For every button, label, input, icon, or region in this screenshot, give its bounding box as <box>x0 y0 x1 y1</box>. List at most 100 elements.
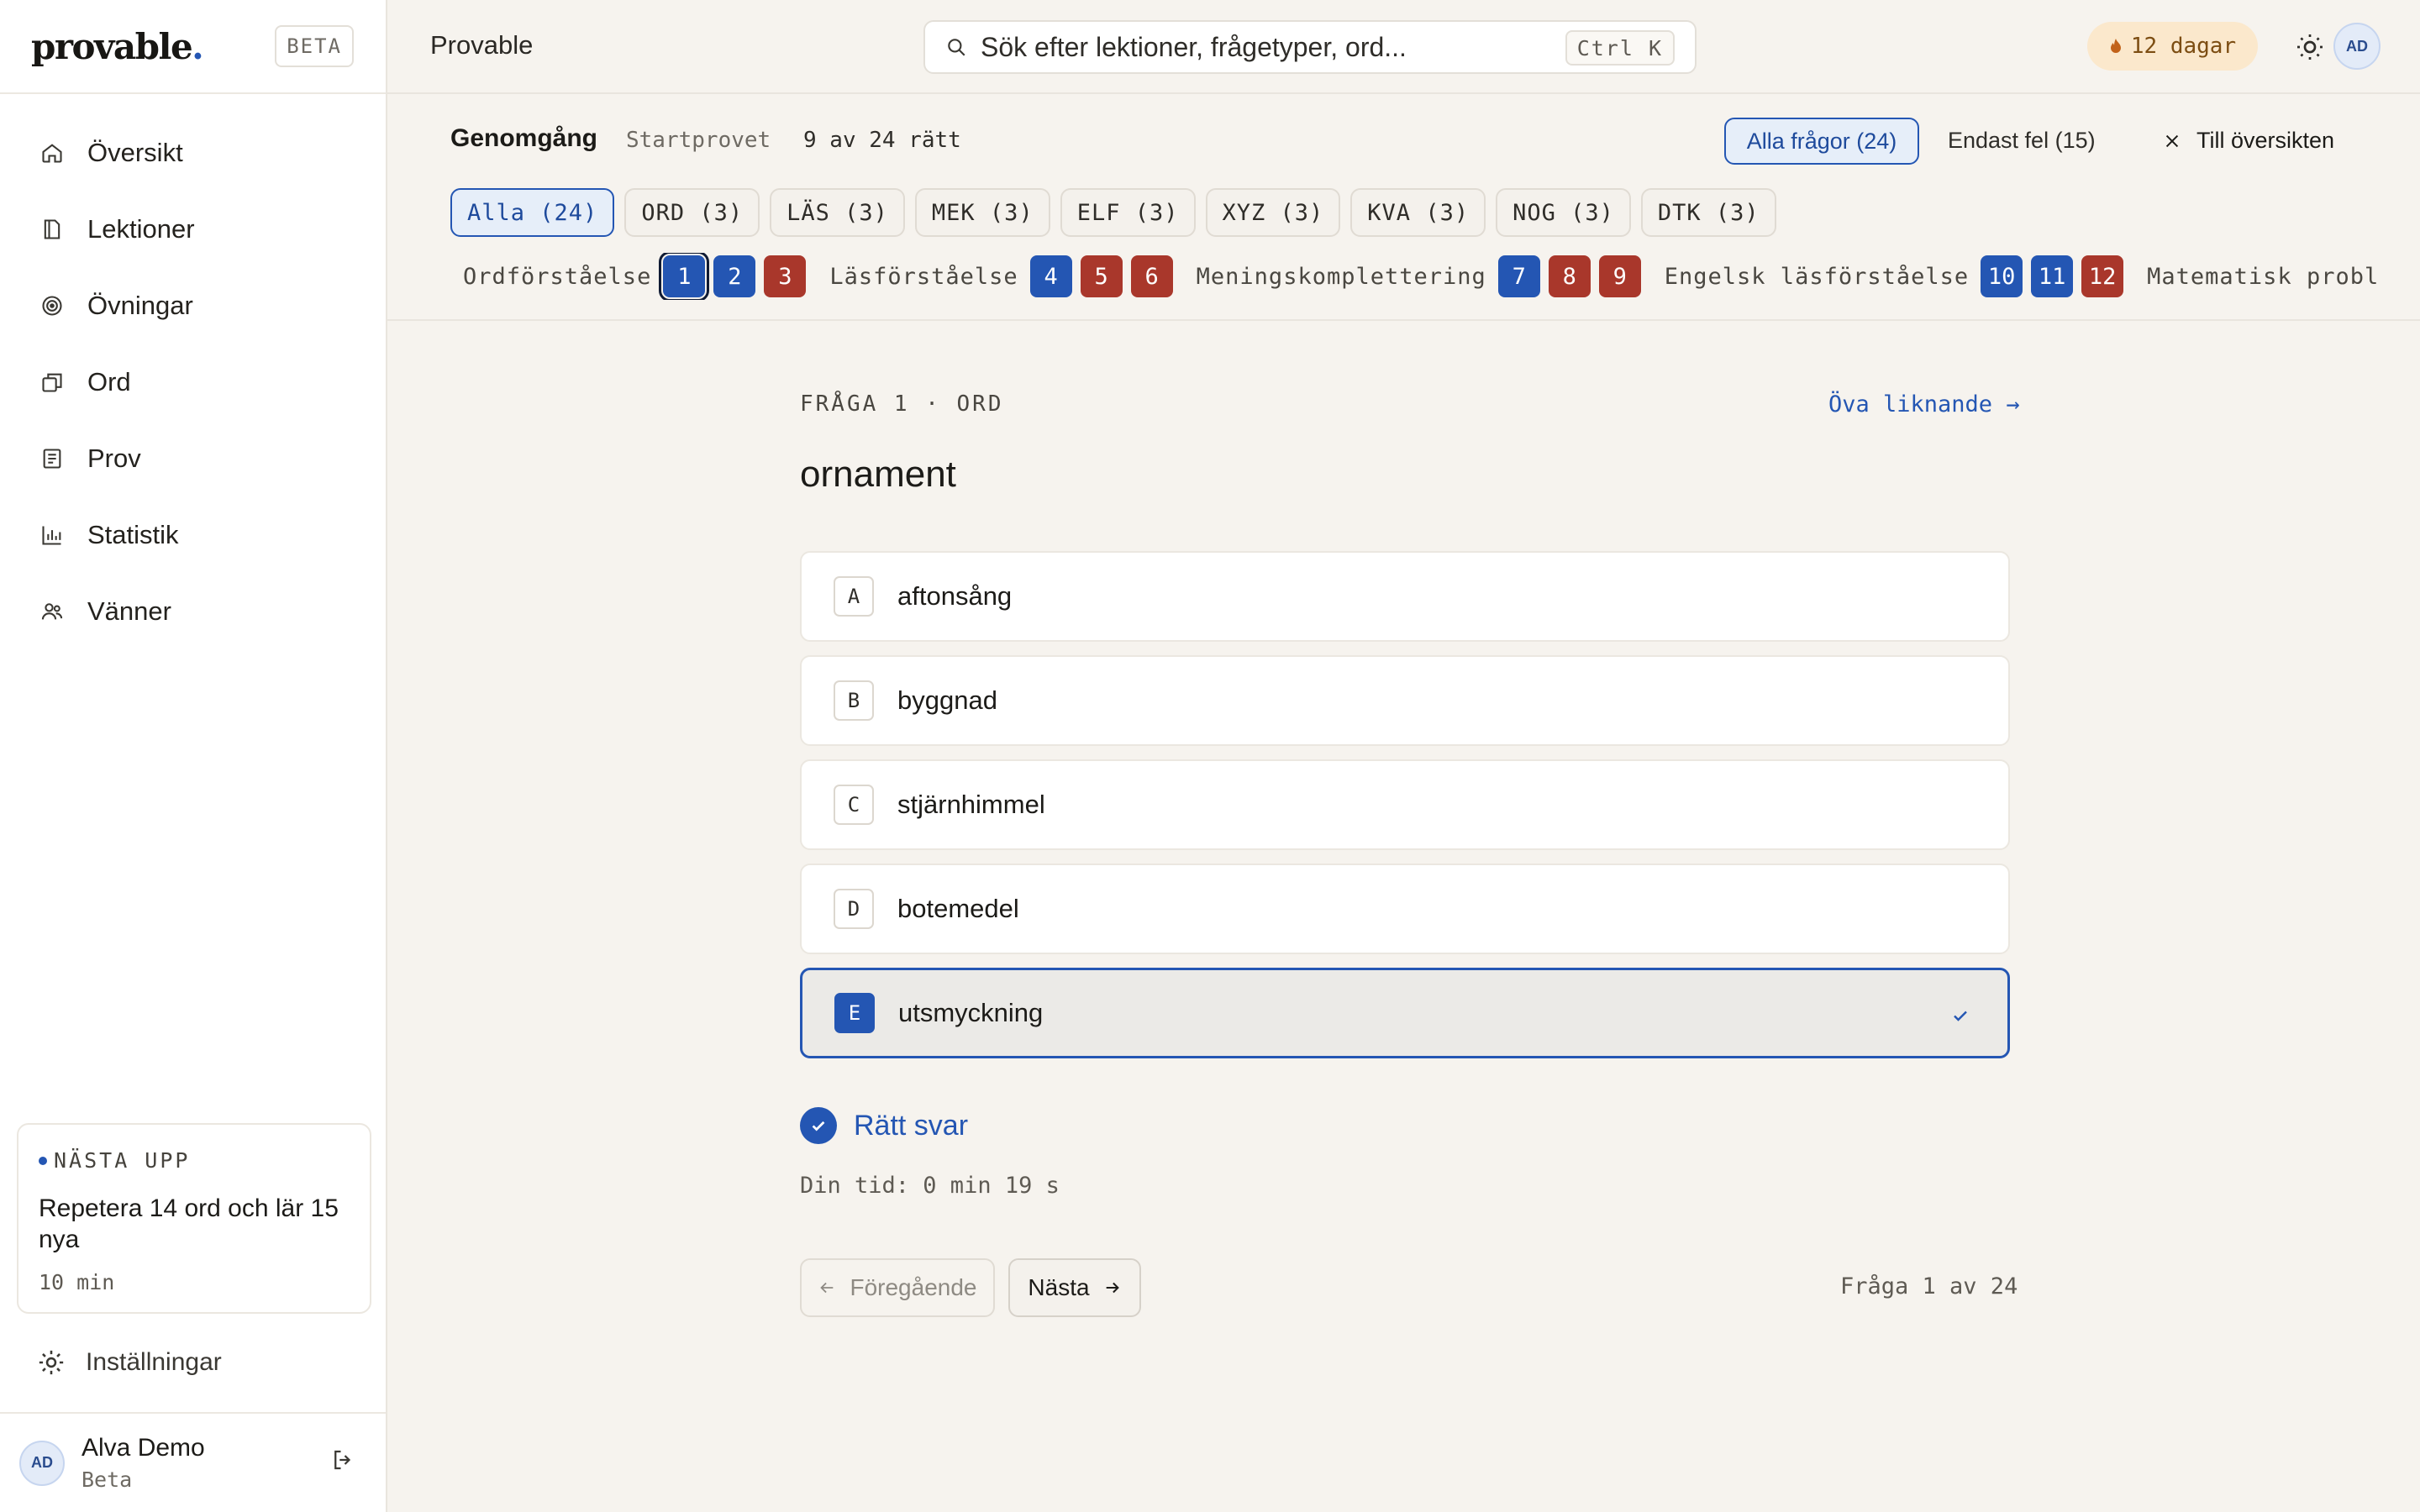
check-circle-icon <box>800 1107 837 1144</box>
answer-option-b[interactable]: B byggnad <box>800 655 2010 746</box>
next-up-card[interactable]: NÄSTA UPP Repetera 14 ord och lär 15 nya… <box>17 1123 371 1314</box>
next-up-title: Repetera 14 ord och lär 15 nya <box>39 1194 339 1253</box>
avatar: AD <box>19 1440 65 1486</box>
sun-icon[interactable] <box>2295 32 2325 62</box>
app-title: Provable <box>430 30 534 60</box>
flame-icon <box>2110 39 2121 53</box>
next-up-duration: 10 min <box>39 1270 115 1294</box>
section-lasforstaelse: Läsförståelse 4 5 6 <box>829 255 1181 297</box>
user-name: Alva Demo <box>82 1434 205 1462</box>
chip-ord[interactable]: ORD (3) <box>624 188 760 237</box>
question-box[interactable]: 1 <box>659 253 710 300</box>
score-text: 9 av 24 rätt <box>803 128 961 153</box>
review-title: Genomgång <box>450 124 598 152</box>
sidebar-item-label: Prov <box>87 443 141 473</box>
review-header: Genomgång Startprovet 9 av 24 rätt Alla … <box>387 94 2420 321</box>
question-box[interactable]: 11 <box>2031 255 2074 297</box>
check-icon <box>1954 1011 1967 1021</box>
sidebar-item-label: Statistik <box>87 519 179 549</box>
answer-option-e[interactable]: E utsmyckning <box>800 968 2010 1058</box>
option-letter: C <box>834 785 874 825</box>
avatar[interactable]: AD <box>2333 23 2381 70</box>
sidebar-item-ovningar[interactable]: Övningar <box>0 267 386 344</box>
logout-icon[interactable] <box>330 1447 355 1473</box>
next-button[interactable]: Nästa <box>1008 1258 1141 1317</box>
sidebar-item-statistik[interactable]: Statistik <box>0 496 386 573</box>
chip-mek[interactable]: MEK (3) <box>914 188 1050 237</box>
option-letter: A <box>834 576 874 617</box>
test-name: Startprovet <box>626 128 771 153</box>
section-label: Matematisk problemlösning <box>2147 263 2379 290</box>
option-text: utsmyckning <box>898 998 1044 1027</box>
brand-bar: provable. BETA <box>0 0 386 94</box>
bullet-dot-icon <box>39 1156 47 1165</box>
filter-wrong-button[interactable]: Endast fel (15) <box>1948 128 2096 154</box>
chip-kva[interactable]: KVA (3) <box>1350 188 1486 237</box>
sidebar-item-oversikt[interactable]: Översikt <box>0 114 386 191</box>
section-matematisk-problemlosning: Matematisk problemlösning <box>2147 264 2379 290</box>
chip-las[interactable]: LÄS (3) <box>770 188 905 237</box>
option-letter: B <box>834 680 874 721</box>
search-input[interactable]: Sök efter lektioner, frågetyper, ord... … <box>923 20 1697 74</box>
option-text: botemedel <box>897 894 1019 923</box>
user-profile[interactable]: AD Alva Demo Beta <box>0 1412 386 1512</box>
sidebar-nav: Översikt Lektioner Övningar Ord Prov Sta… <box>0 94 386 649</box>
beta-tag: BETA <box>275 25 354 67</box>
bar-chart-icon <box>42 526 61 545</box>
streak-badge[interactable]: 12 dagar <box>2087 22 2258 71</box>
sidebar-item-lektioner[interactable]: Lektioner <box>0 191 386 267</box>
home-icon <box>42 143 62 163</box>
filter-all-button[interactable]: Alla frågor (24) <box>1724 118 1919 165</box>
target-icon <box>42 295 62 316</box>
chip-nog[interactable]: NOG (3) <box>1496 188 1631 237</box>
chip-xyz[interactable]: XYZ (3) <box>1205 188 1341 237</box>
question-box[interactable]: 10 <box>1981 255 2023 297</box>
sidebar-item-label: Lektioner <box>87 213 195 244</box>
section-engelsk-lasforstaelse: Engelsk läsförståelse 10 11 12 <box>1665 255 2132 297</box>
sidebar-item-ord[interactable]: Ord <box>0 344 386 420</box>
sidebar-item-vanner[interactable]: Vänner <box>0 573 386 649</box>
chip-elf[interactable]: ELF (3) <box>1060 188 1196 237</box>
streak-text: 12 dagar <box>2130 34 2237 59</box>
answer-option-d[interactable]: D botemedel <box>800 864 2010 954</box>
chip-all[interactable]: Alla (24) <box>450 188 615 237</box>
sidebar: provable. BETA Översikt Lektioner Övning… <box>0 0 387 1512</box>
back-label: Till översikten <box>2196 128 2335 153</box>
question-box[interactable]: 4 <box>1029 255 1072 297</box>
question-box[interactable]: 2 <box>713 255 756 297</box>
sidebar-item-label: Översikt <box>87 137 183 167</box>
question-box[interactable]: 12 <box>2081 255 2124 297</box>
answer-option-c[interactable]: C stjärnhimmel <box>800 759 2010 850</box>
section-label: Meningskomplettering <box>1196 263 1486 290</box>
next-label: Nästa <box>1028 1274 1090 1300</box>
question-box[interactable]: 7 <box>1497 255 1540 297</box>
answer-option-a[interactable]: A aftonsång <box>800 551 2010 642</box>
previous-label: Föregående <box>850 1274 977 1300</box>
question-box[interactable]: 3 <box>764 255 807 297</box>
time-text: Din tid: 0 min 19 s <box>800 1173 1060 1199</box>
sidebar-item-prov[interactable]: Prov <box>0 420 386 496</box>
shortcut-hint: Ctrl K <box>1565 30 1675 66</box>
previous-button[interactable]: Föregående <box>800 1258 995 1317</box>
settings-link[interactable]: Inställningar <box>0 1337 386 1388</box>
question-word: ornament <box>800 454 956 495</box>
question-counter: Fråga 1 av 24 <box>1840 1273 2018 1299</box>
option-text: aftonsång <box>897 581 1013 611</box>
book-icon <box>44 218 60 239</box>
logo[interactable]: provable. <box>31 26 204 67</box>
search-icon <box>948 39 965 56</box>
option-text: byggnad <box>897 685 997 715</box>
section-ordforstaelse: Ordförståelse 1 2 3 <box>463 253 814 300</box>
chip-dtk[interactable]: DTK (3) <box>1640 188 1776 237</box>
question-box[interactable]: 8 <box>1548 255 1591 297</box>
next-up-kicker: NÄSTA UPP <box>39 1148 350 1173</box>
option-letter: D <box>834 889 874 929</box>
top-bar: Provable Sök efter lektioner, frågetyper… <box>387 0 2420 94</box>
question-box[interactable]: 9 <box>1598 255 1641 297</box>
back-to-overview-button[interactable]: Till översikten <box>2163 128 2334 154</box>
close-icon <box>2165 134 2179 147</box>
question-box[interactable]: 6 <box>1130 255 1173 297</box>
question-box[interactable]: 5 <box>1080 255 1123 297</box>
sidebar-item-label: Vänner <box>87 596 171 626</box>
practice-similar-link[interactable]: Öva liknande → <box>1828 391 2020 417</box>
